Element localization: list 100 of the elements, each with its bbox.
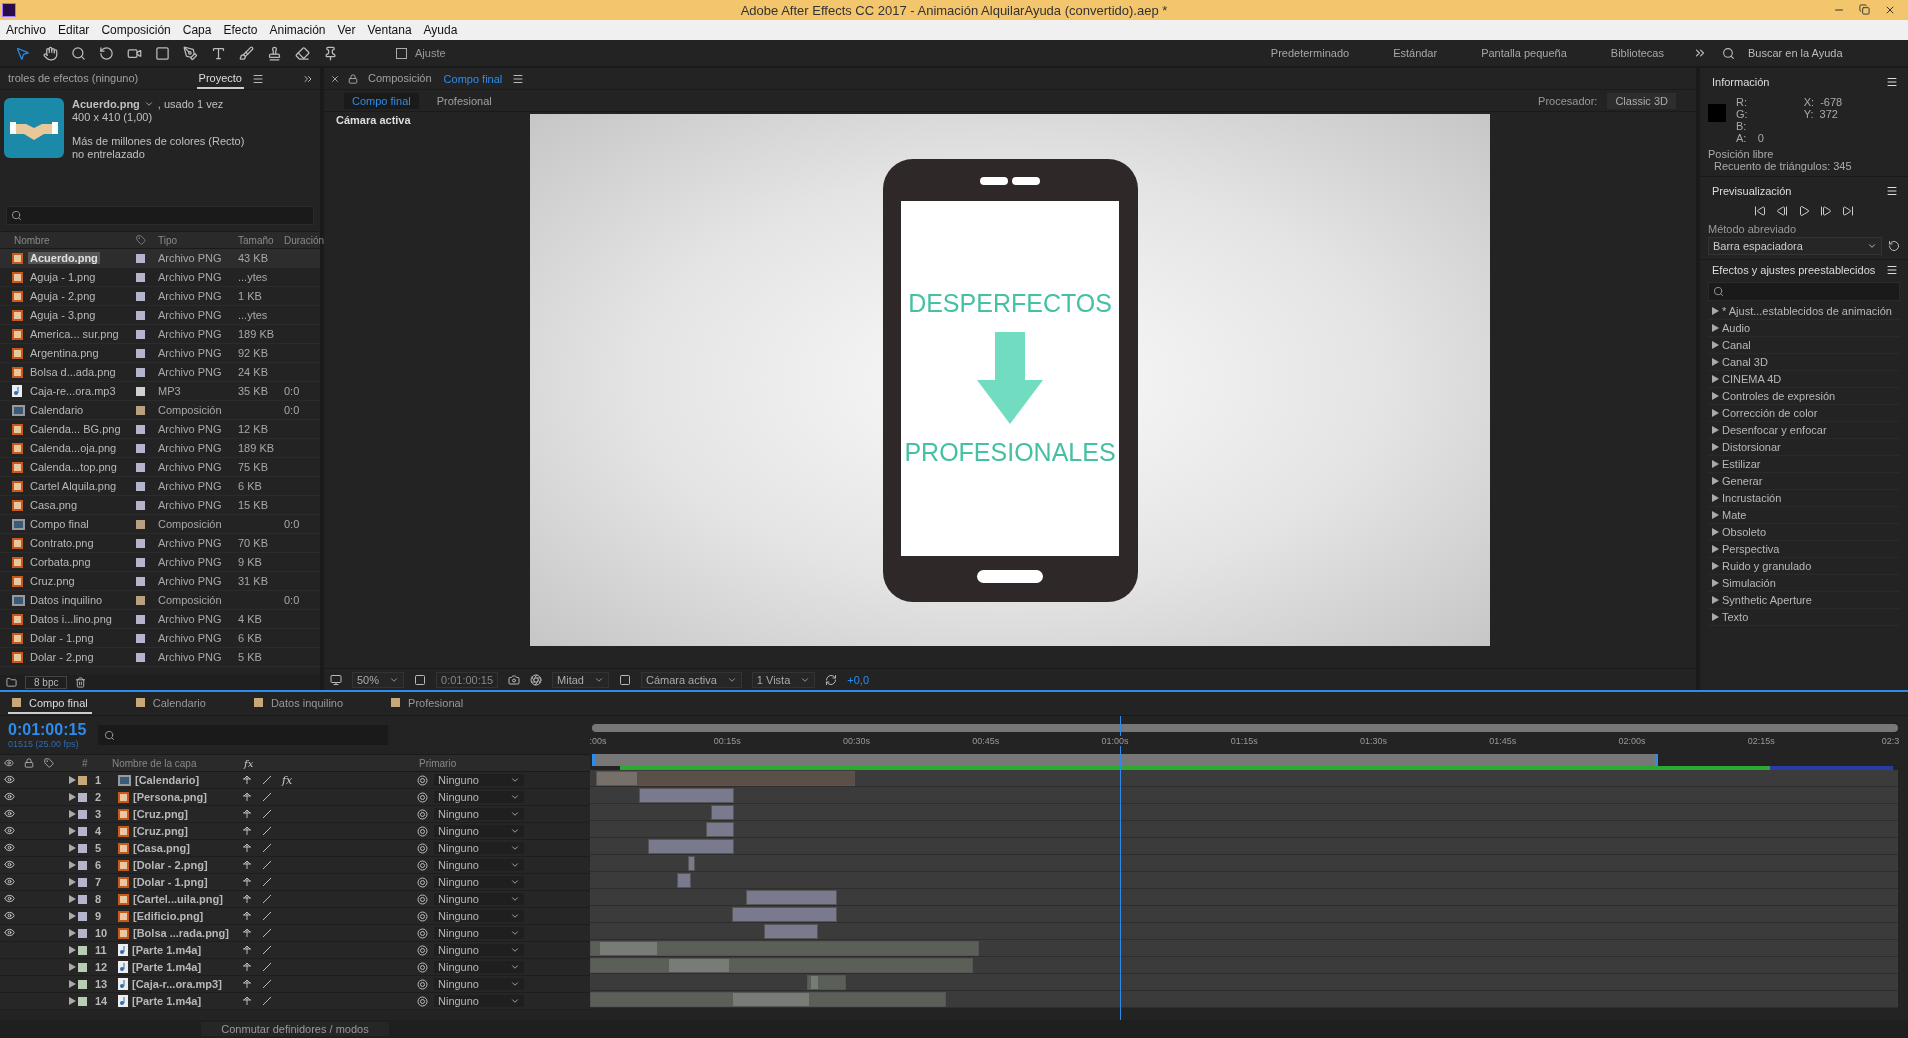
- expand-arrow-icon[interactable]: [69, 810, 76, 818]
- toggle-switches-button[interactable]: Conmutar definidores / modos: [201, 1022, 389, 1036]
- project-item[interactable]: Calenda...top.png Archivo PNG 75 KB: [0, 458, 320, 477]
- project-item[interactable]: Contrato.png Archivo PNG 70 KB: [0, 534, 320, 553]
- zoom-dropdown[interactable]: 50%: [352, 671, 405, 688]
- parent-dropdown[interactable]: Ninguno: [434, 944, 524, 956]
- project-item[interactable]: Dolar - 2.png Archivo PNG 5 KB: [0, 648, 320, 667]
- shy-switch-icon[interactable]: [242, 945, 252, 955]
- shy-switch-icon[interactable]: [242, 911, 252, 921]
- expand-arrow-icon[interactable]: [69, 895, 76, 903]
- layer-row[interactable]: 7 [Dolar - 1.png] Ninguno: [0, 874, 590, 891]
- menu-item[interactable]: Composición: [95, 23, 177, 37]
- effect-category[interactable]: Desenfocar y enfocar: [1708, 422, 1900, 439]
- parent-dropdown[interactable]: Ninguno: [434, 927, 524, 939]
- effect-category[interactable]: Canal 3D: [1708, 354, 1900, 371]
- project-item[interactable]: Aguja - 3.png Archivo PNG ...ytes: [0, 306, 320, 325]
- layer-duration-bar[interactable]: [745, 890, 838, 905]
- menu-item[interactable]: Ventana: [361, 23, 418, 37]
- expand-arrow-icon[interactable]: [69, 929, 76, 937]
- expand-arrow-icon[interactable]: [69, 793, 76, 801]
- layer-row[interactable]: 4 [Cruz.png] Ninguno: [0, 823, 590, 840]
- menu-item[interactable]: Editar: [52, 23, 96, 37]
- column-header[interactable]: Tamaño: [238, 234, 284, 246]
- pick-whip-icon[interactable]: [417, 825, 428, 837]
- column-header[interactable]: Primario: [419, 757, 539, 769]
- effect-category[interactable]: Controles de expresión: [1708, 388, 1900, 405]
- project-item[interactable]: Dolar - 1.png Archivo PNG 6 KB: [0, 629, 320, 648]
- expand-arrow-icon[interactable]: [69, 997, 76, 1005]
- menu-item[interactable]: Capa: [176, 23, 218, 37]
- exposure-value[interactable]: +0,0: [847, 673, 869, 686]
- expand-arrow-icon[interactable]: [69, 776, 76, 784]
- expand-arrow-icon[interactable]: [1712, 426, 1719, 434]
- pick-whip-icon[interactable]: [417, 961, 428, 973]
- menu-item[interactable]: Ayuda: [417, 23, 464, 37]
- layer-row[interactable]: 12 [Parte 1.m4a] Ninguno: [0, 959, 590, 976]
- layer-duration-bar[interactable]: [710, 805, 734, 820]
- expand-arrow-icon[interactable]: [1712, 460, 1719, 468]
- column-header[interactable]: Tipo: [158, 234, 238, 246]
- project-item[interactable]: Datos inquilino Composición 0:0: [0, 591, 320, 610]
- effect-category[interactable]: Distorsionar: [1708, 439, 1900, 456]
- parent-dropdown[interactable]: Ninguno: [434, 774, 524, 786]
- parent-dropdown[interactable]: Ninguno: [434, 842, 524, 854]
- layer-duration-bar[interactable]: [688, 856, 696, 871]
- expand-arrow-icon[interactable]: [1712, 443, 1719, 451]
- pick-whip-icon[interactable]: [417, 978, 428, 990]
- expand-arrow-icon[interactable]: [1712, 613, 1719, 621]
- expand-arrow-icon[interactable]: [69, 963, 76, 971]
- expand-arrow-icon[interactable]: [1712, 392, 1719, 400]
- effects-switch[interactable]: fx: [282, 773, 293, 787]
- composition-tab[interactable]: Compo final: [441, 69, 505, 88]
- project-item[interactable]: America... sur.png Archivo PNG 189 KB: [0, 325, 320, 344]
- effect-category[interactable]: Incrustación: [1708, 490, 1900, 507]
- project-item[interactable]: Calenda... BG.png Archivo PNG 12 KB: [0, 420, 320, 439]
- parent-dropdown[interactable]: Ninguno: [434, 876, 524, 888]
- expand-arrow-icon[interactable]: [1712, 324, 1719, 332]
- shortcut-dropdown[interactable]: Barra espaciadora: [1708, 237, 1882, 255]
- project-item[interactable]: Datos i...lino.png Archivo PNG 4 KB: [0, 610, 320, 629]
- expand-arrow-icon[interactable]: [1712, 307, 1719, 315]
- timeline-tab[interactable]: Datos inquilino: [249, 693, 348, 714]
- workspace-tab[interactable]: Predeterminado: [1252, 47, 1368, 59]
- project-item[interactable]: Acuerdo.png Archivo PNG 43 KB: [0, 249, 320, 268]
- project-item[interactable]: Calenda...oja.png Archivo PNG 189 KB: [0, 439, 320, 458]
- pick-whip-icon[interactable]: [417, 842, 428, 854]
- expand-arrow-icon[interactable]: [69, 827, 76, 835]
- expand-arrow-icon[interactable]: [1712, 545, 1719, 553]
- project-item[interactable]: Corbata.png Archivo PNG 9 KB: [0, 553, 320, 572]
- expand-arrow-icon[interactable]: [69, 980, 76, 988]
- menu-item[interactable]: Animación: [263, 23, 332, 37]
- expand-arrow-icon[interactable]: [69, 912, 76, 920]
- shy-switch-icon[interactable]: [242, 826, 252, 836]
- pick-whip-icon[interactable]: [417, 774, 428, 786]
- project-item[interactable]: Aguja - 1.png Archivo PNG ...ytes: [0, 268, 320, 287]
- timecode-button[interactable]: 0:01:00:15: [436, 671, 499, 688]
- effect-category[interactable]: Texto: [1708, 609, 1900, 626]
- layer-row[interactable]: 13 [Caja-r...ora.mp3] Ninguno: [0, 976, 590, 993]
- shy-switch-icon[interactable]: [242, 792, 252, 802]
- expand-arrow-icon[interactable]: [1712, 494, 1719, 502]
- column-header[interactable]: Duración: [284, 234, 325, 246]
- breadcrumb[interactable]: Compo final: [344, 92, 419, 109]
- pick-whip-icon[interactable]: [417, 808, 428, 820]
- layer-row[interactable]: 11 [Parte 1.m4a] Ninguno: [0, 942, 590, 959]
- bit-depth-button[interactable]: 8 bpc: [25, 676, 68, 689]
- project-item[interactable]: Compo final Composición 0:0: [0, 515, 320, 534]
- breadcrumb[interactable]: Profesional: [428, 92, 500, 109]
- layer-row[interactable]: 14 [Parte 1.m4a] Ninguno: [0, 993, 590, 1010]
- shy-switch-icon[interactable]: [242, 928, 252, 938]
- camera-dropdown[interactable]: Cámara activa: [640, 671, 742, 688]
- pick-whip-icon[interactable]: [417, 944, 428, 956]
- menu-item[interactable]: Archivo: [0, 23, 52, 37]
- project-item[interactable]: Cruz.png Archivo PNG 31 KB: [0, 572, 320, 591]
- pick-whip-icon[interactable]: [417, 893, 428, 905]
- column-header[interactable]: Nombre de la capa: [112, 757, 244, 769]
- project-item[interactable]: Bolsa d...ada.png Archivo PNG 24 KB: [0, 363, 320, 382]
- expand-arrow-icon[interactable]: [1712, 596, 1719, 604]
- expand-arrow-icon[interactable]: [69, 878, 76, 886]
- project-item[interactable]: Aguja - 2.png Archivo PNG 1 KB: [0, 287, 320, 306]
- menu-item[interactable]: Ver: [331, 23, 362, 37]
- shy-switch-icon[interactable]: [242, 996, 252, 1006]
- layer-row[interactable]: 6 [Dolar - 2.png] Ninguno: [0, 857, 590, 874]
- layer-row[interactable]: 8 [Cartel...uila.png] Ninguno: [0, 891, 590, 908]
